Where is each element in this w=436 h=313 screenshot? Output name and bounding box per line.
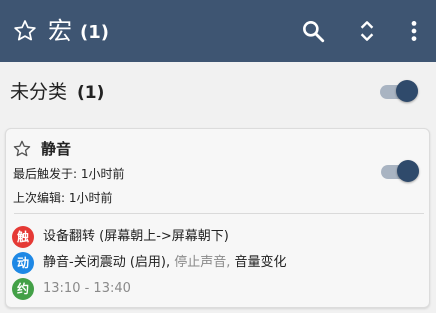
constraint-row[interactable]: 约 13:10 - 13:40 (12, 277, 424, 301)
macro-card[interactable]: 静音 最后触发于: 1小时前 上次编辑: 1小时前 触 设备翻转 (屏幕朝上->… (5, 128, 430, 308)
divider (14, 213, 424, 214)
trigger-row[interactable]: 触 设备翻转 (屏幕朝上->屏幕朝下) (12, 225, 424, 249)
category-label: 未分类 (10, 81, 68, 103)
macro-name: 静音 (41, 140, 72, 158)
star-outline-icon[interactable] (12, 18, 38, 44)
constraint-text: 13:10 - 13:40 (43, 281, 131, 296)
favorite-star-icon[interactable] (12, 139, 32, 159)
action-text-rest: 停止声音, (170, 255, 231, 270)
unfold-icon[interactable] (354, 18, 380, 44)
page-title-count: (1) (80, 22, 109, 43)
macro-last-edited: 上次编辑: 1小时前 (13, 191, 113, 205)
page-title: 宏 (48, 17, 72, 45)
action-text: 静音-关闭震动 (启用), 停止声音, 音量变化 (43, 254, 287, 272)
action-text-tail: 音量变化 (230, 255, 287, 270)
search-icon[interactable] (300, 18, 326, 44)
action-row[interactable]: 动 静音-关闭震动 (启用), 停止声音, 音量变化 (12, 251, 424, 275)
action-text-main: 静音-关闭震动 (启用), (43, 255, 171, 270)
category-toggle-thumb (396, 80, 418, 102)
action-badge: 动 (12, 252, 34, 274)
macro-toggle-thumb (397, 160, 419, 182)
macro-last-triggered: 最后触发于: 1小时前 (13, 167, 125, 181)
trigger-text: 设备翻转 (屏幕朝上->屏幕朝下) (43, 229, 229, 244)
app-bar: 宏 (1) (0, 0, 436, 62)
constraint-badge: 约 (12, 278, 34, 300)
more-vert-icon[interactable] (401, 18, 427, 44)
category-count: (1) (77, 83, 105, 103)
category-toggle[interactable] (380, 78, 420, 104)
macro-toggle[interactable] (381, 158, 421, 184)
category-header: 未分类 (1) (0, 62, 436, 120)
trigger-badge: 触 (12, 226, 34, 248)
